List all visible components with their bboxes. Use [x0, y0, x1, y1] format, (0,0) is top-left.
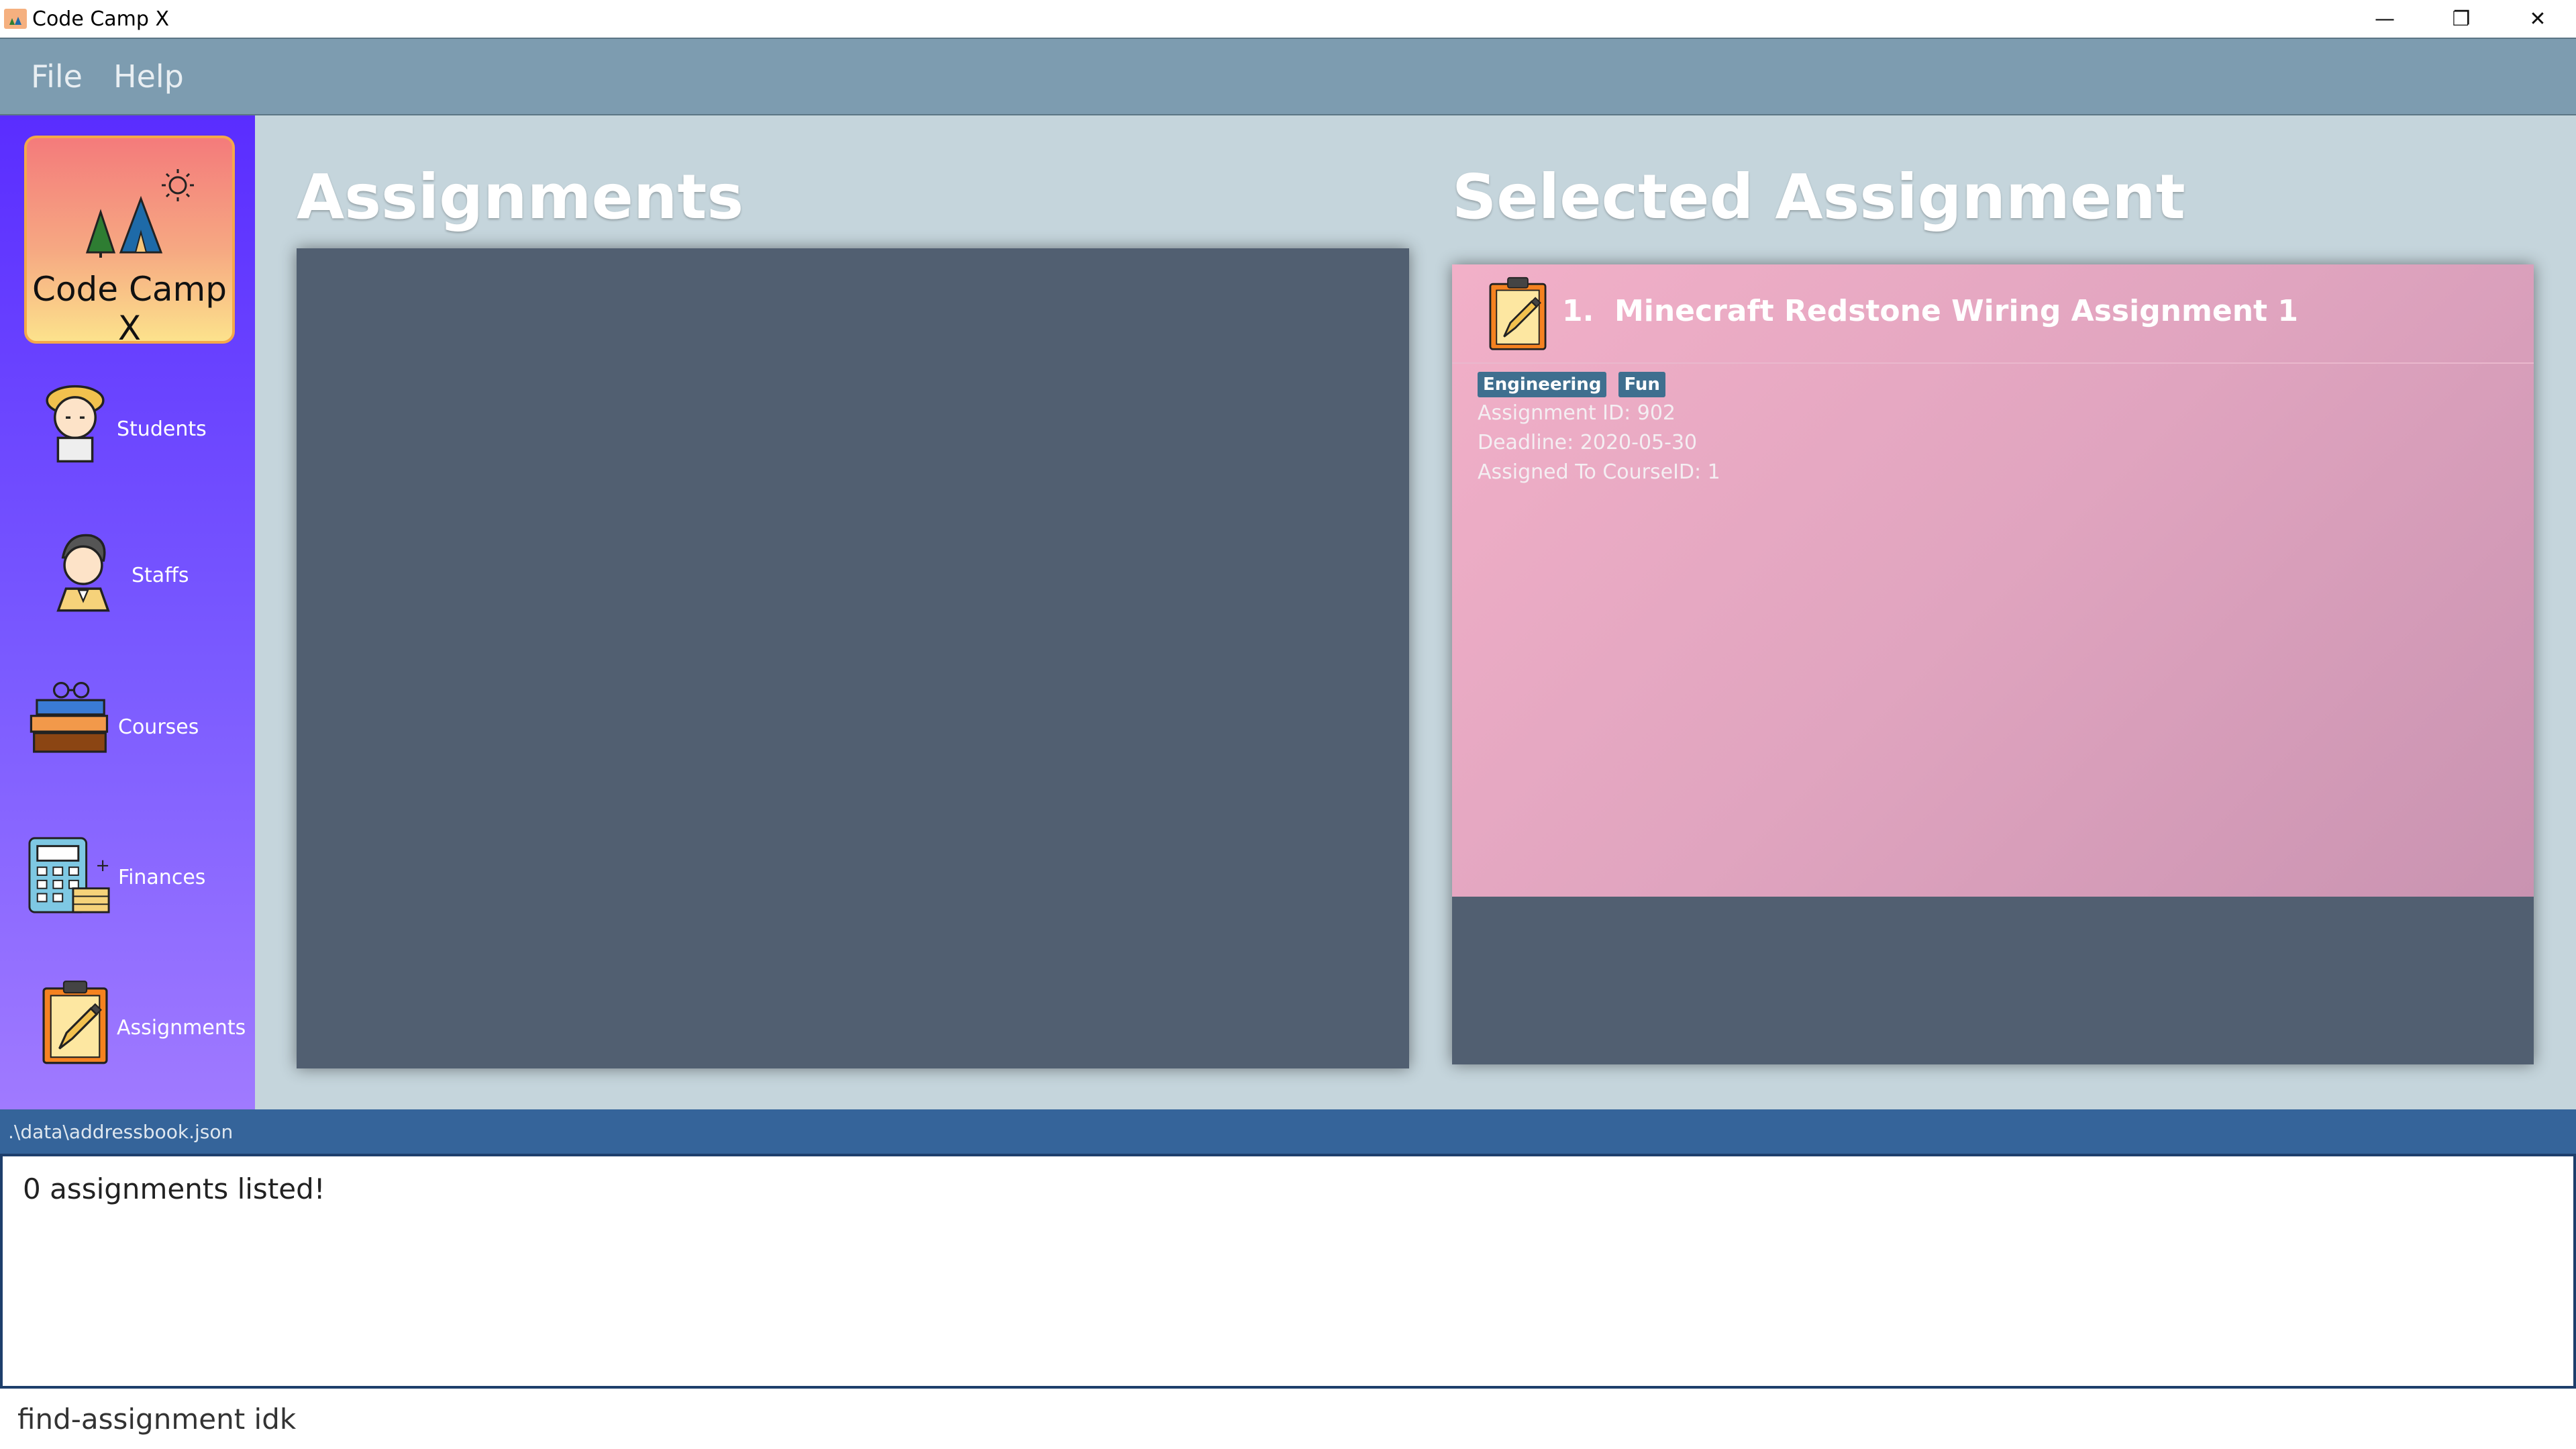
- close-button[interactable]: ✕: [2500, 0, 2576, 38]
- clipboard-icon: [42, 981, 108, 1064]
- sidebar-item-courses[interactable]: Courses: [0, 677, 255, 811]
- detail-panel-title: Selected Assignment: [1452, 161, 2185, 233]
- sidebar-item-label: Courses: [118, 715, 199, 739]
- status-bar: .\data\addressbook.json: [0, 1109, 2576, 1154]
- sidebar-item-label: Staffs: [132, 564, 189, 587]
- books-icon: [30, 682, 109, 753]
- window-title: Code Camp X: [32, 7, 170, 31]
- assignment-name: Minecraft Redstone Wiring Assignment 1: [1614, 294, 2298, 328]
- assignment-card[interactable]: 1. Minecraft Redstone Wiring Assignment …: [1452, 264, 2534, 897]
- sidebar: Code Camp X Students Staffs Courses + Fi…: [0, 115, 255, 1109]
- assignment-deadline: Deadline: 2020-05-30: [1478, 431, 1698, 454]
- app-logo[interactable]: Code Camp X: [24, 136, 235, 348]
- tag-list: Engineering Fun: [1478, 372, 1665, 397]
- command-input[interactable]: [16, 1398, 2555, 1440]
- calculator-icon: +: [28, 837, 110, 913]
- camp-logo-icon: [85, 169, 194, 258]
- student-icon: [46, 385, 105, 463]
- assignment-course: Assigned To CourseID: 1: [1478, 460, 1720, 484]
- sidebar-item-finances[interactable]: + Finances: [0, 826, 255, 960]
- staff-icon: [56, 534, 110, 612]
- logo-text: Code Camp X: [32, 270, 227, 348]
- sidebar-item-label: Students: [117, 417, 207, 441]
- restore-button[interactable]: ❐: [2423, 0, 2500, 38]
- card-header: 1. Minecraft Redstone Wiring Assignment …: [1452, 264, 2534, 364]
- tag-badge: Engineering: [1478, 372, 1607, 397]
- menu-help[interactable]: Help: [113, 58, 184, 95]
- sidebar-item-label: Assignments: [117, 1016, 246, 1040]
- selected-assignment-panel: 1. Minecraft Redstone Wiring Assignment …: [1452, 264, 2534, 1064]
- clipboard-icon: [1489, 277, 1547, 350]
- result-message: 0 assignments listed!: [23, 1172, 325, 1205]
- assignment-id: Assignment ID: 902: [1478, 401, 1676, 425]
- menu-file[interactable]: File: [31, 58, 83, 95]
- title-bar: Code Camp X — ❐ ✕: [0, 0, 2576, 38]
- result-display[interactable]: 0 assignments listed!: [0, 1154, 2576, 1389]
- sidebar-item-label: Finances: [118, 866, 206, 889]
- svg-text:+: +: [95, 856, 109, 876]
- app-icon: [4, 9, 27, 29]
- minimize-button[interactable]: —: [2347, 0, 2423, 38]
- menu-bar: File Help: [0, 38, 2576, 115]
- assignment-title: 1. Minecraft Redstone Wiring Assignment …: [1562, 294, 2298, 328]
- sidebar-item-students[interactable]: Students: [0, 377, 255, 511]
- command-box: [0, 1389, 2576, 1449]
- assignment-index: 1.: [1562, 294, 1594, 328]
- assignment-list[interactable]: [297, 248, 1409, 1068]
- tag-badge: Fun: [1618, 372, 1665, 397]
- list-panel-title: Assignments: [297, 161, 744, 233]
- sidebar-item-assignments[interactable]: Assignments: [0, 976, 255, 1110]
- sidebar-item-staffs[interactable]: Staffs: [0, 526, 255, 660]
- data-file-path: .\data\addressbook.json: [8, 1120, 234, 1143]
